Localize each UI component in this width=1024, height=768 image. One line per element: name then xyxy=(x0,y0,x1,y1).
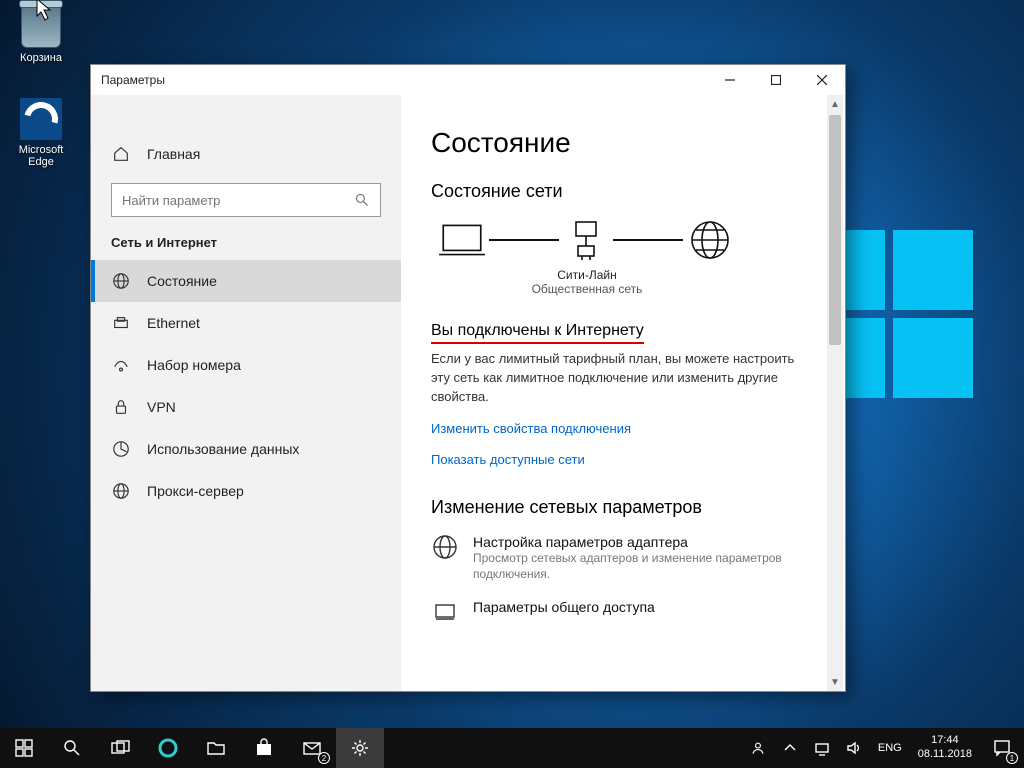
search-box[interactable] xyxy=(111,183,381,217)
sidebar-item-label: Ethernet xyxy=(147,315,200,331)
scroll-down-arrow[interactable]: ▼ xyxy=(827,673,843,691)
sidebar-item-label: VPN xyxy=(147,399,176,415)
option-adapter[interactable]: Настройка параметров адаптера Просмотр с… xyxy=(431,534,815,584)
sidebar-item-ethernet[interactable]: Ethernet xyxy=(91,302,401,344)
vpn-icon xyxy=(111,397,131,417)
task-view[interactable] xyxy=(96,728,144,768)
sidebar-category: Сеть и Интернет xyxy=(91,235,401,250)
titlebar[interactable]: Параметры xyxy=(91,65,845,95)
globe-icon xyxy=(111,271,131,291)
minimize-button[interactable] xyxy=(707,65,753,95)
tray-clock[interactable]: 17:44 08.11.2018 xyxy=(910,734,980,762)
tray-chevron-up-icon[interactable] xyxy=(774,740,806,756)
taskbar-edge[interactable] xyxy=(144,728,192,768)
network-type: Общественная сеть xyxy=(523,282,651,296)
sidebar-item-label: Состояние xyxy=(147,273,217,289)
content-scrollbar[interactable]: ▲ ▼ xyxy=(827,95,843,691)
connected-text: Если у вас лимитный тарифный план, вы мо… xyxy=(431,350,815,407)
taskbar-settings[interactable] xyxy=(336,728,384,768)
link-change-props[interactable]: Изменить свойства подключения xyxy=(431,421,631,436)
tray-lang[interactable]: ENG xyxy=(870,742,910,754)
action-center[interactable]: 1 xyxy=(980,728,1024,768)
option-sharing-title: Параметры общего доступа xyxy=(473,599,655,615)
taskbar-store[interactable] xyxy=(240,728,288,768)
sidebar-home[interactable]: Главная xyxy=(91,133,401,175)
data-icon xyxy=(111,439,131,459)
start-button[interactable] xyxy=(0,728,48,768)
sidebar-home-label: Главная xyxy=(147,146,200,162)
proxy-icon xyxy=(111,481,131,501)
taskbar-mail[interactable]: 2 xyxy=(288,728,336,768)
sidebar-item-proxy[interactable]: Прокси-сервер xyxy=(91,470,401,512)
pc-icon xyxy=(435,216,489,264)
connected-heading: Вы подключены к Интернету xyxy=(431,322,644,344)
tray-volume-icon[interactable] xyxy=(838,740,870,756)
mouse-cursor xyxy=(36,0,54,22)
sidebar-item-status[interactable]: Состояние xyxy=(91,260,401,302)
settings-window: Параметры Главная Сеть и Интернет Состоя… xyxy=(90,64,846,692)
search-icon xyxy=(354,192,370,208)
sharing-icon xyxy=(431,599,459,625)
link-show-networks[interactable]: Показать доступные сети xyxy=(431,452,585,467)
scroll-thumb[interactable] xyxy=(829,115,841,345)
option-sharing[interactable]: Параметры общего доступа xyxy=(431,599,815,625)
section-heading-network-state: Состояние сети xyxy=(431,181,815,202)
network-name: Сити-Лайн xyxy=(523,268,651,282)
section-heading-change: Изменение сетевых параметров xyxy=(431,497,815,518)
window-title: Параметры xyxy=(101,73,165,87)
sidebar: Главная Сеть и Интернет Состояние Ethern… xyxy=(91,95,401,691)
close-button[interactable] xyxy=(799,65,845,95)
maximize-button[interactable] xyxy=(753,65,799,95)
edge-label: Microsoft Edge xyxy=(6,144,76,168)
recycle-bin-label: Корзина xyxy=(6,52,76,64)
adapter-icon xyxy=(431,534,459,584)
scroll-up-arrow[interactable]: ▲ xyxy=(827,95,843,113)
tray-network-icon[interactable] xyxy=(806,740,838,756)
option-adapter-title: Настройка параметров адаптера xyxy=(473,534,815,550)
ethernet-icon xyxy=(111,313,131,333)
internet-icon xyxy=(683,216,737,264)
sidebar-item-label: Прокси-сервер xyxy=(147,483,244,499)
network-diagram xyxy=(435,216,815,264)
router-icon xyxy=(559,216,613,264)
tray-people[interactable] xyxy=(742,740,774,756)
sidebar-item-dialup[interactable]: Набор номера xyxy=(91,344,401,386)
home-icon xyxy=(111,144,131,164)
content-pane: Состояние Состояние сети Сити-Лайн Общес… xyxy=(401,95,845,691)
sidebar-item-label: Набор номера xyxy=(147,357,241,373)
network-label: Сити-Лайн Общественная сеть xyxy=(431,268,651,296)
taskbar-explorer[interactable] xyxy=(192,728,240,768)
taskbar: 2 ENG 17:44 08.11.2018 1 xyxy=(0,728,1024,768)
option-adapter-desc: Просмотр сетевых адаптеров и изменение п… xyxy=(473,550,815,584)
search-input[interactable] xyxy=(122,193,354,208)
edge-shortcut[interactable]: Microsoft Edge xyxy=(6,98,76,168)
sidebar-item-datausage[interactable]: Использование данных xyxy=(91,428,401,470)
page-title: Состояние xyxy=(431,127,815,159)
clock-date: 08.11.2018 xyxy=(918,748,972,762)
taskbar-search[interactable] xyxy=(48,728,96,768)
sidebar-item-vpn[interactable]: VPN xyxy=(91,386,401,428)
dialup-icon xyxy=(111,355,131,375)
edge-icon xyxy=(20,98,62,140)
sidebar-item-label: Использование данных xyxy=(147,441,299,457)
notif-badge: 1 xyxy=(1006,752,1018,764)
clock-time: 17:44 xyxy=(918,734,972,748)
